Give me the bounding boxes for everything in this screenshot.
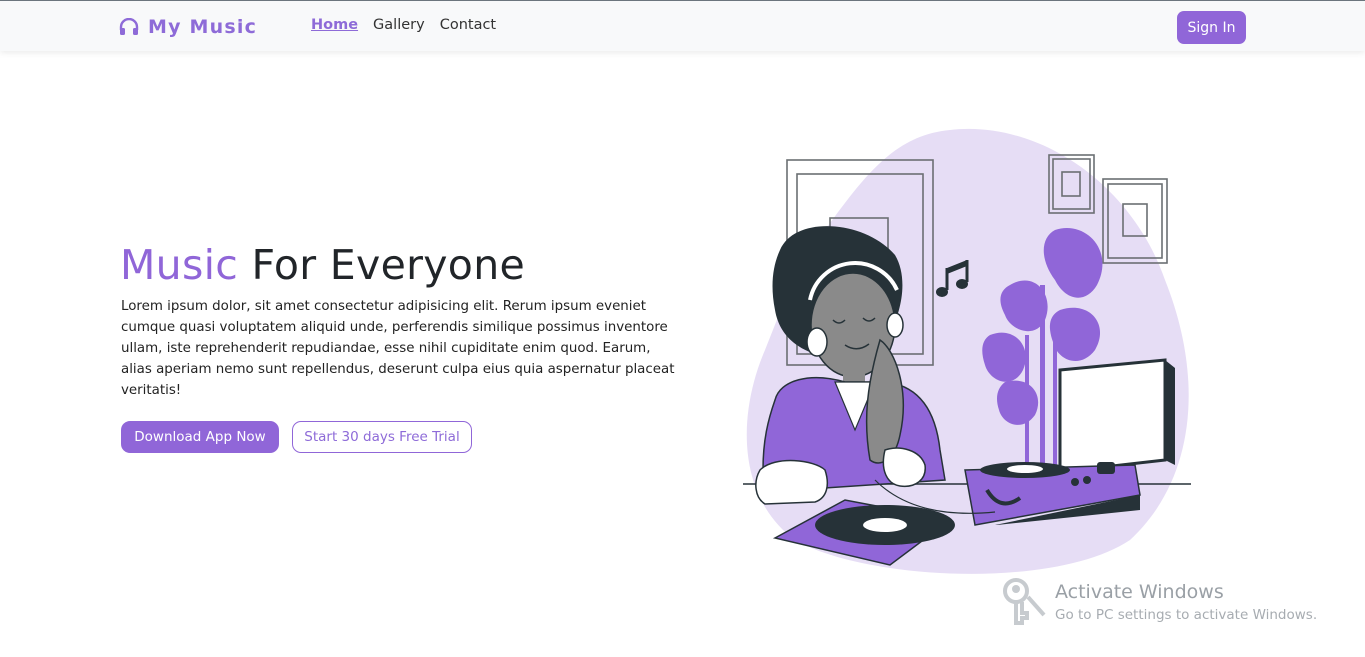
nav-link-gallery[interactable]: Gallery bbox=[373, 17, 425, 33]
nav-links: Home Gallery Contact bbox=[311, 17, 496, 33]
hero-title-rest: For Everyone bbox=[251, 241, 526, 289]
download-app-button[interactable]: Download App Now bbox=[121, 421, 279, 453]
hero-title: Music For Everyone bbox=[120, 240, 525, 290]
brand-link[interactable]: My Music bbox=[119, 14, 257, 40]
key-icon bbox=[1000, 577, 1048, 631]
activate-windows-watermark: Activate Windows Go to PC settings to ac… bbox=[1000, 575, 1330, 635]
brand-name: My Music bbox=[148, 16, 258, 38]
nav-link-contact[interactable]: Contact bbox=[440, 17, 496, 33]
free-trial-button[interactable]: Start 30 days Free Trial bbox=[292, 421, 472, 453]
watermark-subtitle: Go to PC settings to activate Windows. bbox=[1055, 607, 1318, 623]
hero-paragraph: Lorem ipsum dolor, sit amet consectetur … bbox=[121, 299, 675, 398]
watermark-title: Activate Windows bbox=[1055, 581, 1224, 603]
hero-illustration bbox=[735, 120, 1205, 580]
hero-title-accent: Music bbox=[120, 241, 239, 289]
nav-link-home[interactable]: Home bbox=[311, 17, 358, 33]
headphones-icon bbox=[119, 18, 139, 36]
navbar: My Music Home Gallery Contact Sign In bbox=[0, 0, 1365, 51]
sign-in-button[interactable]: Sign In bbox=[1177, 11, 1246, 44]
